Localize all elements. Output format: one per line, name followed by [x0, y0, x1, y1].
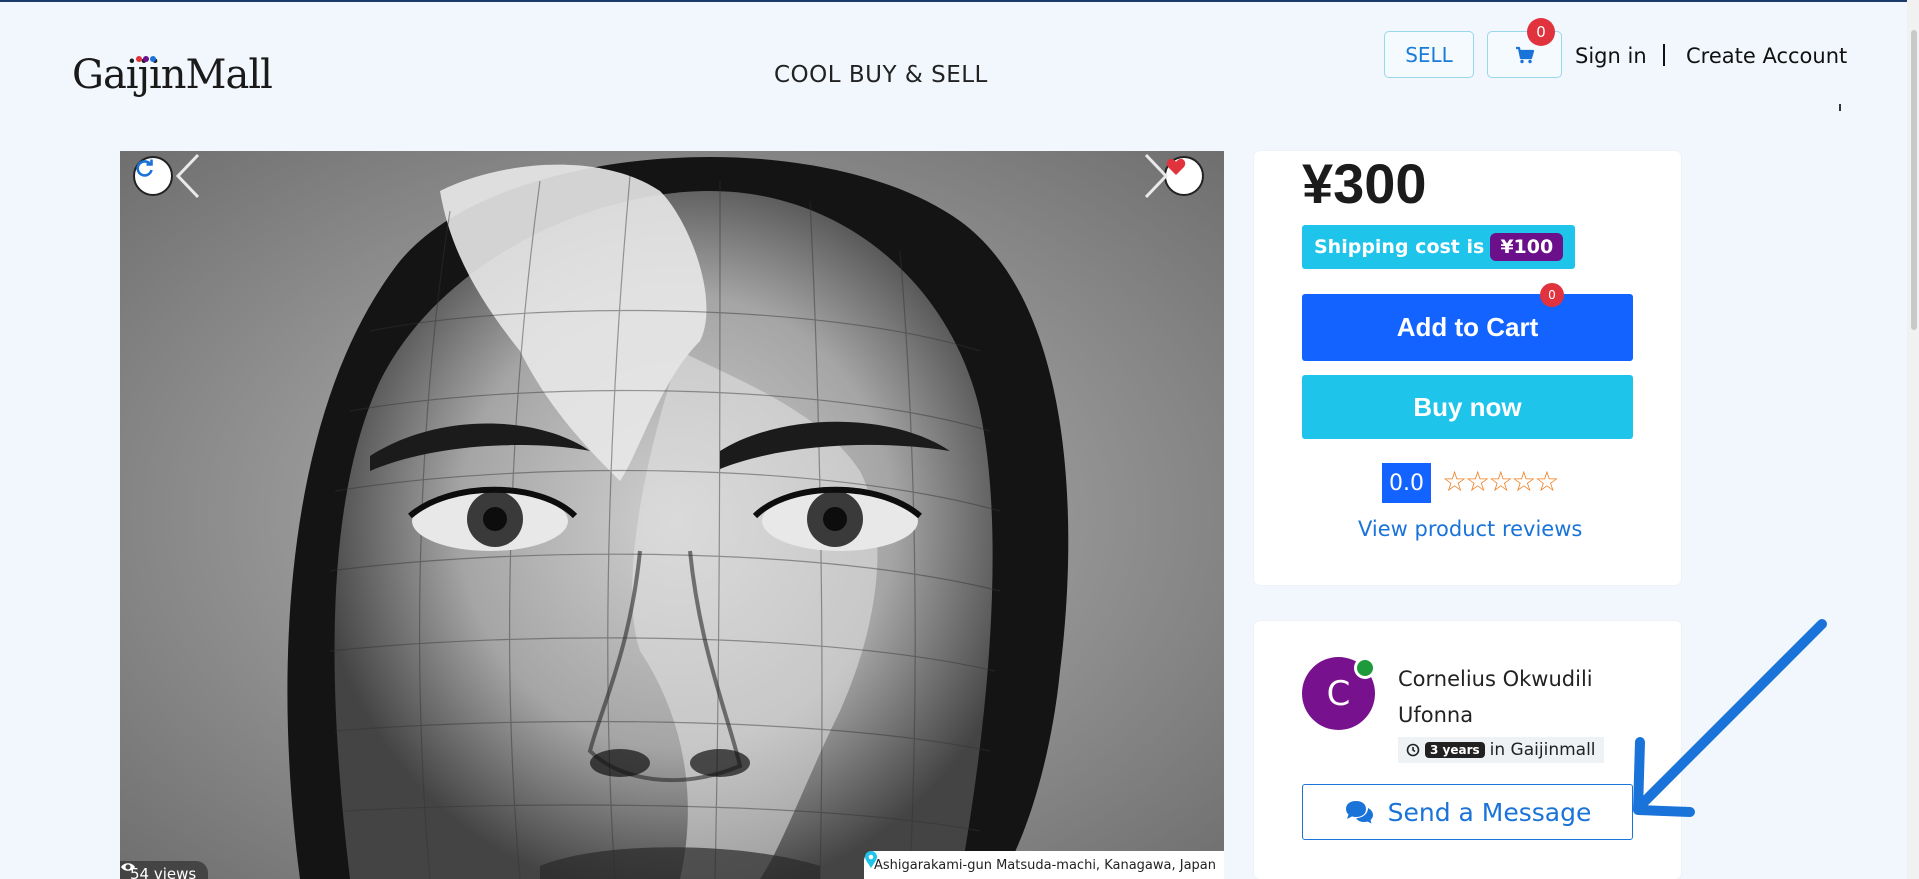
logo-dots	[136, 56, 156, 64]
sell-button[interactable]: SELL	[1384, 31, 1474, 78]
send-message-button[interactable]: Send a Message	[1302, 784, 1633, 840]
product-photo	[120, 151, 1224, 879]
views-text: 54 views	[130, 865, 197, 879]
rating-score: 0.0	[1382, 463, 1431, 503]
header-divider	[1663, 44, 1665, 66]
header-mark	[1839, 104, 1841, 111]
location-text: Ashigarakami-gun Matsuda-machi, Kanagawa…	[873, 857, 1216, 873]
clock-icon	[1406, 743, 1420, 757]
seller-tenure: 3 years in Gaijinmall	[1398, 737, 1604, 763]
site-tagline: COOL BUY & SELL	[774, 62, 988, 88]
online-status-indicator	[1354, 657, 1376, 679]
refresh-button[interactable]	[133, 156, 173, 196]
seller-card: C Cornelius Okwudili Ufonna 3 years in G…	[1254, 621, 1681, 879]
shipping-amount: ¥100	[1490, 233, 1564, 261]
next-image-arrow-icon[interactable]	[1138, 151, 1174, 201]
shipping-cost-banner: Shipping cost is ¥100	[1302, 225, 1576, 269]
cart-icon	[1515, 46, 1534, 63]
refresh-icon	[136, 159, 153, 177]
cart-count-badge: 0	[1527, 18, 1555, 46]
product-price: ¥300	[1302, 152, 1427, 215]
shipping-label: Shipping cost is	[1314, 236, 1485, 258]
rating-stars: ☆☆☆☆☆	[1442, 465, 1560, 498]
scrollbar-thumb[interactable]	[1911, 30, 1917, 330]
signin-link[interactable]: Sign in	[1575, 44, 1647, 68]
purchase-card: ¥300 Shipping cost is ¥100 Add to Cart 0…	[1254, 151, 1681, 585]
location-pin-icon	[864, 851, 877, 868]
create-account-link[interactable]: Create Account	[1686, 44, 1847, 68]
view-reviews-link[interactable]: View product reviews	[1358, 517, 1582, 541]
page-scrollbar[interactable]	[1907, 0, 1919, 879]
add-to-cart-badge: 0	[1540, 283, 1564, 307]
seller-name[interactable]: Cornelius Okwudili Ufonna	[1398, 661, 1648, 733]
buy-now-button[interactable]: Buy now	[1302, 375, 1633, 439]
location-tag: Ashigarakami-gun Matsuda-machi, Kanagawa…	[863, 851, 1224, 879]
site-logo[interactable]: GaijinMall	[72, 52, 273, 98]
product-image[interactable]: 54 views Ashigarakami-gun Matsuda-machi,…	[120, 151, 1224, 879]
prev-image-arrow-icon[interactable]	[170, 151, 206, 201]
chat-bubbles-icon	[1345, 801, 1373, 824]
top-border	[0, 0, 1919, 2]
eye-icon	[121, 863, 135, 871]
tenure-suffix: in Gaijinmall	[1489, 740, 1596, 760]
add-to-cart-button[interactable]: Add to Cart	[1302, 294, 1633, 361]
send-message-label: Send a Message	[1387, 797, 1592, 827]
views-counter: 54 views	[120, 861, 209, 879]
tenure-badge: 3 years	[1425, 742, 1485, 758]
